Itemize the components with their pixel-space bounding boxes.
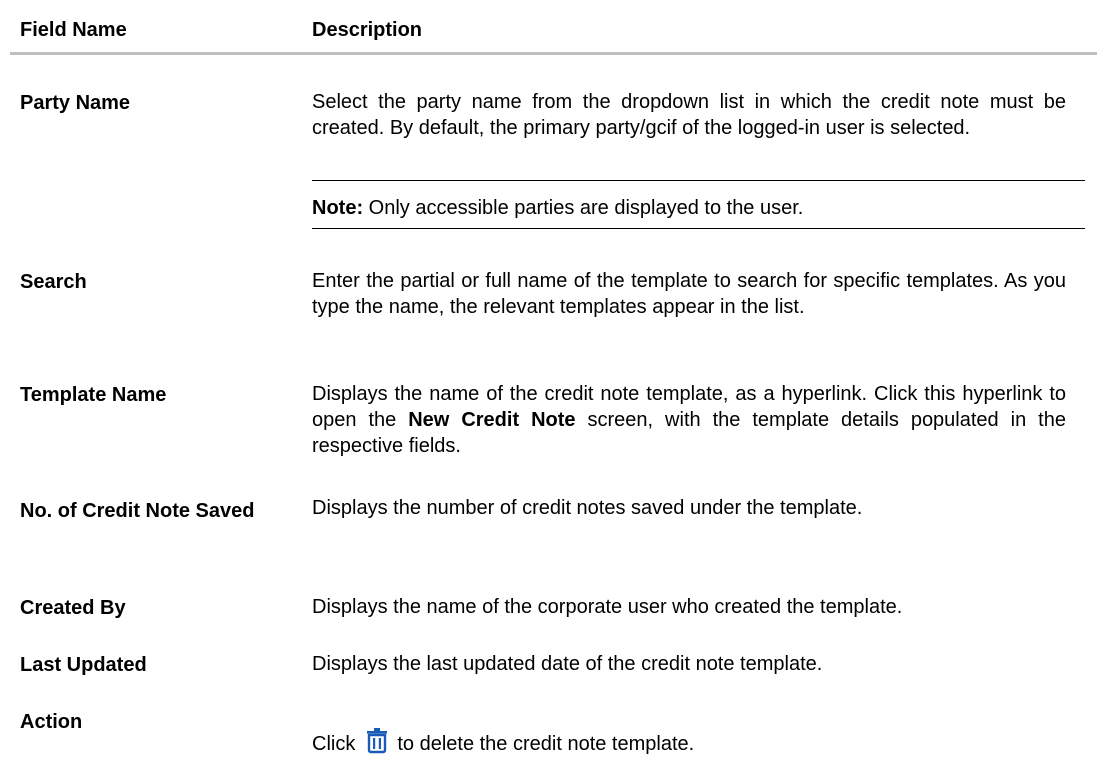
field-name: Template Name bbox=[20, 384, 167, 406]
field-name: No. of Credit Note Saved bbox=[20, 500, 255, 522]
note-body: Only accessible parties are displayed to… bbox=[368, 197, 804, 219]
desc-part: Click bbox=[312, 733, 356, 755]
desc-part: to delete the credit note template. bbox=[397, 733, 695, 755]
field-description-table: Field Name Description Party Name Select… bbox=[10, 0, 1097, 755]
screen-name: New Credit Note bbox=[408, 409, 576, 431]
field-name: Last Updated bbox=[20, 654, 147, 676]
trash-icon[interactable] bbox=[365, 728, 389, 754]
field-description: Select the party name from the dropdown … bbox=[312, 91, 1066, 139]
note-label: Note: bbox=[312, 197, 364, 219]
note-divider bbox=[312, 180, 1085, 181]
field-description: Displays the name of the corporate user … bbox=[312, 596, 903, 618]
field-name: Search bbox=[20, 271, 87, 293]
note-bottom-rule bbox=[312, 228, 1085, 229]
field-name: Created By bbox=[20, 597, 126, 619]
field-description: Click to delete the credit note template. bbox=[312, 728, 1066, 757]
table-header: Field Name Description bbox=[10, 0, 1097, 55]
field-name: Party Name bbox=[20, 92, 131, 114]
header-field-name: Field Name bbox=[20, 19, 127, 41]
field-description: Enter the partial or full name of the te… bbox=[312, 270, 1066, 318]
field-description: Displays the last updated date of the cr… bbox=[312, 653, 823, 675]
field-description: Displays the name of the credit note tem… bbox=[312, 381, 1066, 459]
note-text: Note: Only accessible parties are displa… bbox=[312, 195, 1085, 221]
field-name: Action bbox=[20, 711, 83, 733]
field-description: Displays the number of credit notes save… bbox=[312, 497, 863, 519]
header-description: Description bbox=[312, 19, 423, 41]
